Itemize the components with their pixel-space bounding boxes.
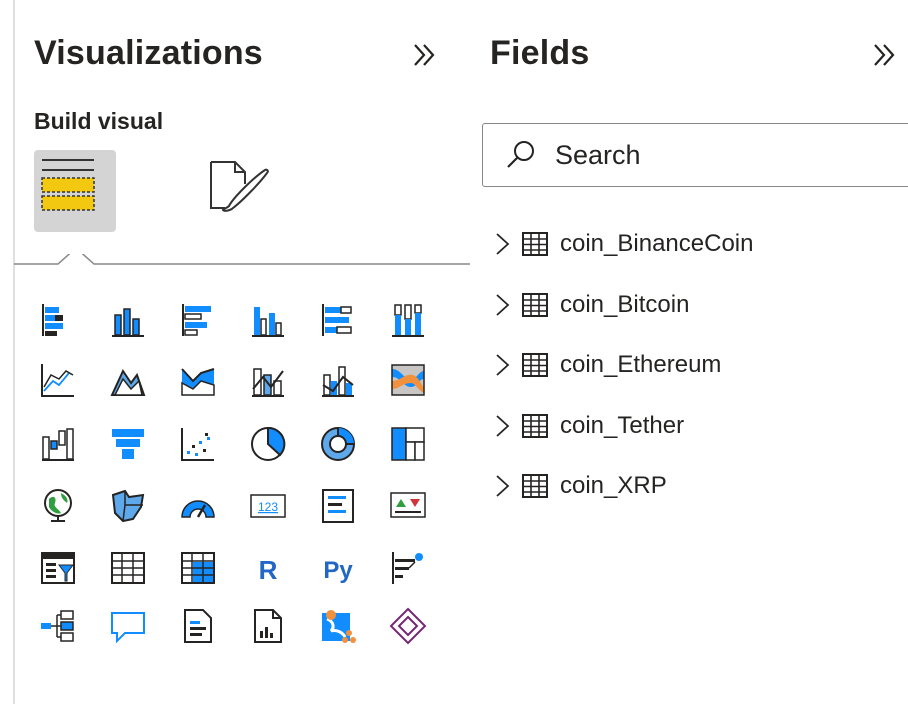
format-visual-icon <box>210 161 269 212</box>
format-visual-tab[interactable] <box>203 150 285 232</box>
table-item-coin-tether[interactable]: coin_Tether <box>492 406 684 446</box>
r-label: R <box>259 555 278 585</box>
table-icon <box>522 232 548 256</box>
table-item-label: coin_Bitcoin <box>560 291 690 318</box>
table-icon <box>522 353 548 377</box>
line-and-clustered-column-chart-icon[interactable] <box>318 360 358 400</box>
chevron-right-icon <box>496 233 510 255</box>
py-label: Py <box>323 557 353 584</box>
table-item-coin-ethereum[interactable]: coin_Ethereum <box>492 345 721 385</box>
slicer-icon[interactable] <box>38 548 78 588</box>
pie-chart-icon[interactable] <box>248 424 288 464</box>
area-chart-icon[interactable] <box>108 360 148 400</box>
card-icon[interactable]: 123 <box>248 486 288 526</box>
visualizations-pane: Visualizations Build visual 123 R Py <box>0 0 470 704</box>
clustered-column-chart-icon[interactable] <box>248 300 288 340</box>
kpi-icon[interactable] <box>388 486 428 526</box>
pane-left-border <box>13 0 15 704</box>
build-visual-heading: Build visual <box>34 108 164 134</box>
scatter-chart-icon[interactable] <box>178 424 218 464</box>
map-icon[interactable] <box>38 486 78 526</box>
ribbon-chart-icon[interactable] <box>388 360 428 400</box>
table-icon[interactable] <box>108 548 148 588</box>
qa-icon[interactable] <box>108 606 148 646</box>
r-script-visual-icon[interactable]: R <box>248 548 288 588</box>
chevron-right-icon <box>496 354 510 376</box>
visualizations-title: Visualizations <box>34 34 263 72</box>
stacked-bar-chart-icon[interactable] <box>38 300 78 340</box>
double-chevron-right-icon <box>874 44 895 66</box>
search-icon <box>507 141 534 168</box>
stacked-column-chart-icon[interactable] <box>108 300 148 340</box>
table-icon <box>522 293 548 317</box>
azure-map-icon[interactable] <box>318 606 358 646</box>
line-chart-icon[interactable] <box>38 360 78 400</box>
paginated-report-icon[interactable] <box>248 606 288 646</box>
build-visual-icon <box>41 159 95 211</box>
line-and-stacked-column-chart-icon[interactable] <box>248 360 288 400</box>
gauge-icon[interactable] <box>178 486 218 526</box>
search-input[interactable] <box>555 138 875 172</box>
waterfall-chart-icon[interactable] <box>38 424 78 464</box>
funnel-icon[interactable] <box>108 424 148 464</box>
table-item-coin-xrp[interactable]: coin_XRP <box>492 466 667 506</box>
table-icon <box>522 414 548 438</box>
multi-row-card-icon[interactable] <box>318 486 358 526</box>
table-icon <box>522 474 548 498</box>
table-item-label: coin_XRP <box>560 472 667 499</box>
matrix-icon[interactable] <box>178 548 218 588</box>
collapse-visualizations-button[interactable] <box>410 34 440 79</box>
fields-title: Fields <box>490 34 590 72</box>
smart-narrative-icon[interactable] <box>178 606 218 646</box>
chevron-right-icon <box>496 294 510 316</box>
table-item-coin-binancecoin[interactable]: coin_BinanceCoin <box>492 224 753 264</box>
decomposition-tree-icon[interactable] <box>38 606 78 646</box>
power-apps-icon[interactable] <box>388 606 428 646</box>
donut-chart-icon[interactable] <box>318 424 358 464</box>
fields-search-box[interactable] <box>482 123 908 187</box>
table-item-label: coin_BinanceCoin <box>560 230 754 257</box>
stacked-area-chart-icon[interactable] <box>178 360 218 400</box>
100-stacked-column-chart-icon[interactable] <box>388 300 428 340</box>
clustered-bar-chart-icon[interactable] <box>178 300 218 340</box>
collapse-fields-button[interactable] <box>870 34 900 79</box>
treemap-icon[interactable] <box>388 424 428 464</box>
card-icon-label: 123 <box>258 500 278 514</box>
build-visual-tab[interactable] <box>34 150 116 232</box>
double-chevron-right-icon <box>414 44 435 66</box>
key-influencers-icon[interactable] <box>388 548 428 588</box>
chevron-right-icon <box>496 475 510 497</box>
python-visual-icon[interactable]: Py <box>318 548 358 588</box>
chevron-right-icon <box>496 415 510 437</box>
table-item-coin-bitcoin[interactable]: coin_Bitcoin <box>492 285 689 325</box>
table-item-label: coin_Ethereum <box>560 351 722 378</box>
filled-map-icon[interactable] <box>108 486 148 526</box>
tab-indicator <box>14 254 470 265</box>
100-stacked-bar-chart-icon[interactable] <box>318 300 358 340</box>
table-item-label: coin_Tether <box>560 412 685 439</box>
